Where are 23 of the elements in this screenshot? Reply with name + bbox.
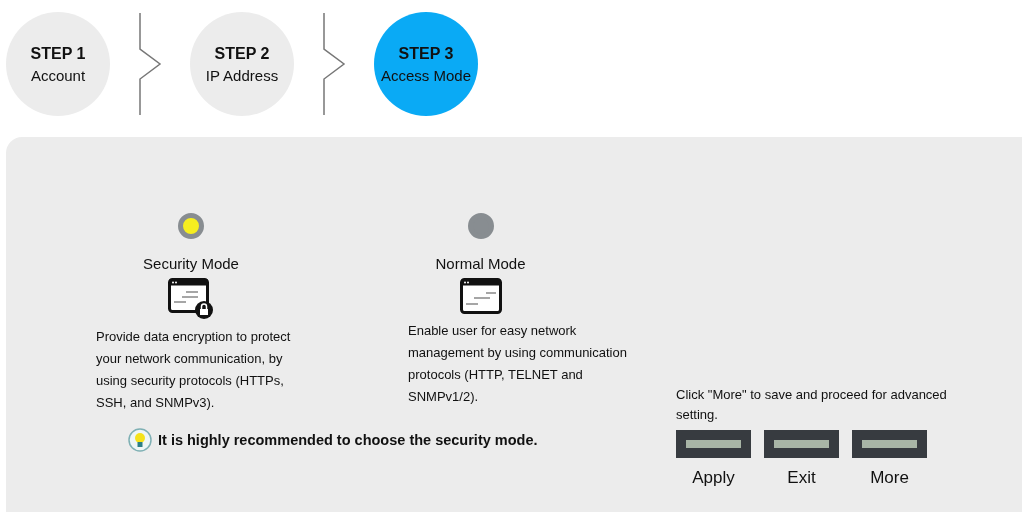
- step-label: Account: [30, 66, 86, 84]
- radio-button[interactable]: [467, 213, 494, 239]
- step-label: Access Mode: [380, 66, 471, 84]
- step-indicator[interactable]: STEP 2 IP Address: [190, 12, 294, 116]
- mode-title: Security Mode: [143, 255, 239, 272]
- step-number: STEP 2: [214, 44, 270, 63]
- action-button[interactable]: Apply: [676, 430, 751, 488]
- step-indicator[interactable]: STEP 3 Access Mode: [374, 12, 478, 116]
- step-number: STEP 1: [30, 44, 86, 63]
- mode-description: Provide data encryption to protect your network communication, by using security protocols (HTTPs, SSH, and SNMPv3).: [96, 328, 292, 412]
- browser-icon: [459, 278, 502, 314]
- browser-lock-icon: [168, 278, 214, 320]
- step-label: IP Address: [205, 66, 279, 84]
- recommendation-text: It is highly recommended to choose the security mode.: [158, 432, 538, 448]
- mode-title: Normal Mode: [435, 255, 526, 272]
- lightbulb-icon: [128, 428, 152, 452]
- radio-button[interactable]: [178, 213, 204, 239]
- hint-text: Click "More" to save and proceed for advanced setting.: [676, 386, 948, 424]
- mode-description: Enable user for easy network management by using communication protocols (HTTP, TELNET and SNMPv1/2).: [408, 322, 628, 406]
- action-button[interactable]: More: [852, 430, 927, 488]
- action-button[interactable]: Exit: [764, 430, 839, 488]
- step-indicator[interactable]: STEP 1 Account: [6, 12, 110, 116]
- step-number: STEP 3: [398, 44, 454, 63]
